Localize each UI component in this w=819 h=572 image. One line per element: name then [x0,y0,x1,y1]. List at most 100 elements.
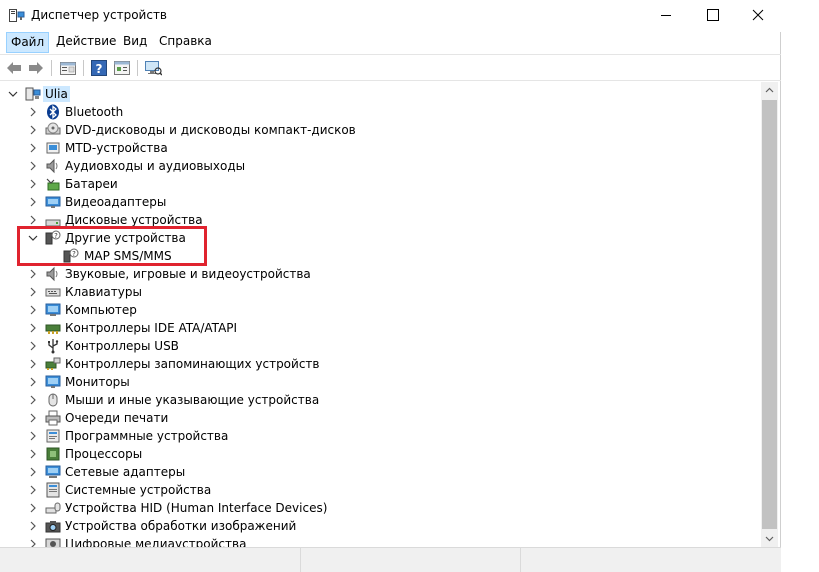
computer-icon [25,86,41,102]
chevron-right-icon[interactable] [27,196,39,208]
forward-button[interactable] [27,59,45,77]
highlight-box [17,226,207,266]
tree-item-mtd[interactable]: MTD-устройства [0,139,760,157]
tree-item-label: Аудиовходы и аудиовыходы [65,159,246,173]
window-title: Диспетчер устройств [31,8,168,22]
tree-item-ide-controllers[interactable]: Контроллеры IDE ATA/ATAPI [0,319,760,337]
chevron-right-icon[interactable] [27,214,39,226]
scrollbar-thumb[interactable] [762,100,777,529]
tree-item-label: Устройства обработки изображений [65,519,297,533]
tree-item-network-adapters[interactable]: Сетевые адаптеры [0,463,760,481]
tree-item-label: Компьютер [65,303,137,317]
menu-file[interactable]: Файл [6,32,50,53]
back-button[interactable] [5,59,23,77]
chevron-down-icon [765,536,774,542]
properties-icon [60,62,76,75]
tree-item-dvd[interactable]: DVD-дисководы и дисководы компакт-дисков [0,121,760,139]
scan-hardware-button[interactable] [144,59,163,77]
help-icon: ? [91,60,107,76]
tree-item-audio-io[interactable]: Аудиовходы и аудиовыходы [0,157,760,175]
chevron-right-icon[interactable] [27,178,39,190]
chevron-right-icon[interactable] [27,106,39,118]
chevron-right-icon[interactable] [27,160,39,172]
menu-view[interactable]: Вид [119,32,151,53]
tree-item-usb-controllers[interactable]: Контроллеры USB [0,337,760,355]
chevron-right-icon[interactable] [27,340,39,352]
tree-item-label: Видеоадаптеры [65,195,167,209]
chevron-right-icon[interactable] [27,448,39,460]
close-button[interactable] [735,0,781,30]
minimize-button[interactable] [643,0,689,30]
tree-item-monitors[interactable]: Мониторы [0,373,760,391]
tree-item-label: Мониторы [65,375,130,389]
printer-icon [45,410,61,426]
chevron-right-icon[interactable] [27,430,39,442]
chevron-right-icon[interactable] [27,376,39,388]
tree-item-keyboards[interactable]: Клавиатуры [0,283,760,301]
tree-item-mice[interactable]: Мыши и иные указывающие устройства [0,391,760,409]
properties-button[interactable] [59,59,77,77]
device-manager-window: Диспетчер устройств Файл Действие Вид Сп… [0,0,781,572]
toolbar-separator [51,60,52,76]
chevron-right-icon[interactable] [27,502,39,514]
bluetooth-icon [45,104,61,120]
chevron-right-icon[interactable] [27,394,39,406]
chevron-right-icon[interactable] [27,358,39,370]
chevron-right-icon[interactable] [27,466,39,478]
chevron-right-icon[interactable] [27,124,39,136]
tree-item-label: Контроллеры запоминающих устройств [65,357,320,371]
chevron-right-icon[interactable] [27,286,39,298]
tree-item-processors[interactable]: Процессоры [0,445,760,463]
tree-item-label: Устройства HID (Human Interface Devices) [65,501,328,515]
network-adapter-icon [45,464,61,480]
chevron-right-icon[interactable] [27,484,39,496]
tree-item-label: Сетевые адаптеры [65,465,186,479]
maximize-button[interactable] [689,0,735,30]
chevron-right-icon[interactable] [27,268,39,280]
chevron-right-icon[interactable] [27,412,39,424]
tree-item-label: Мыши и иные указывающие устройства [65,393,320,407]
tree-item-hid[interactable]: Устройства HID (Human Interface Devices) [0,499,760,517]
tree-item-display-adapters[interactable]: Видеоадаптеры [0,193,760,211]
device-tree[interactable]: Ulia Bluetooth DVD-дисководы и дисководы… [0,82,781,547]
tree-item-computer[interactable]: Компьютер [0,301,760,319]
scroll-down-button[interactable] [761,530,778,547]
hid-icon [45,500,61,516]
battery-icon [45,176,61,192]
tree-item-label: DVD-дисководы и дисководы компакт-дисков [65,123,356,137]
tree-item-bluetooth[interactable]: Bluetooth [0,103,760,121]
tree-item-sound[interactable]: Звуковые, игровые и видеоустройства [0,265,760,283]
tree-item-print-queues[interactable]: Очереди печати [0,409,760,427]
chevron-down-icon[interactable] [7,88,19,100]
tree-root-node[interactable]: Ulia [0,85,760,103]
ide-controller-icon [45,320,61,336]
view-icon [114,61,130,75]
status-segment [300,548,520,572]
system-device-icon [45,482,61,498]
tree-item-label: Клавиатуры [65,285,142,299]
tree-item-digital-media[interactable]: Цифровые медиаустройства [0,535,760,547]
chevron-right-icon[interactable] [27,520,39,532]
monitor-icon [45,374,61,390]
vertical-scrollbar[interactable] [761,82,778,547]
help-button[interactable]: ? [90,59,108,77]
menu-help[interactable]: Справка [155,32,216,53]
title-bar[interactable]: Диспетчер устройств [0,0,781,32]
sound-icon [45,266,61,282]
tree-item-batteries[interactable]: Батареи [0,175,760,193]
tree-item-storage-controllers[interactable]: Контроллеры запоминающих устройств [0,355,760,373]
view-button[interactable] [113,59,131,77]
chevron-up-icon [765,87,774,93]
mtd-device-icon [45,140,61,156]
tree-item-software-devices[interactable]: Программные устройства [0,427,760,445]
software-device-icon [45,428,61,444]
menu-action[interactable]: Действие [52,32,120,53]
tree-item-system-devices[interactable]: Системные устройства [0,481,760,499]
chevron-right-icon[interactable] [27,538,39,547]
status-bar [0,547,781,572]
tree-item-imaging-devices[interactable]: Устройства обработки изображений [0,517,760,535]
chevron-right-icon[interactable] [27,304,39,316]
scroll-up-button[interactable] [761,82,778,99]
chevron-right-icon[interactable] [27,322,39,334]
chevron-right-icon[interactable] [27,142,39,154]
